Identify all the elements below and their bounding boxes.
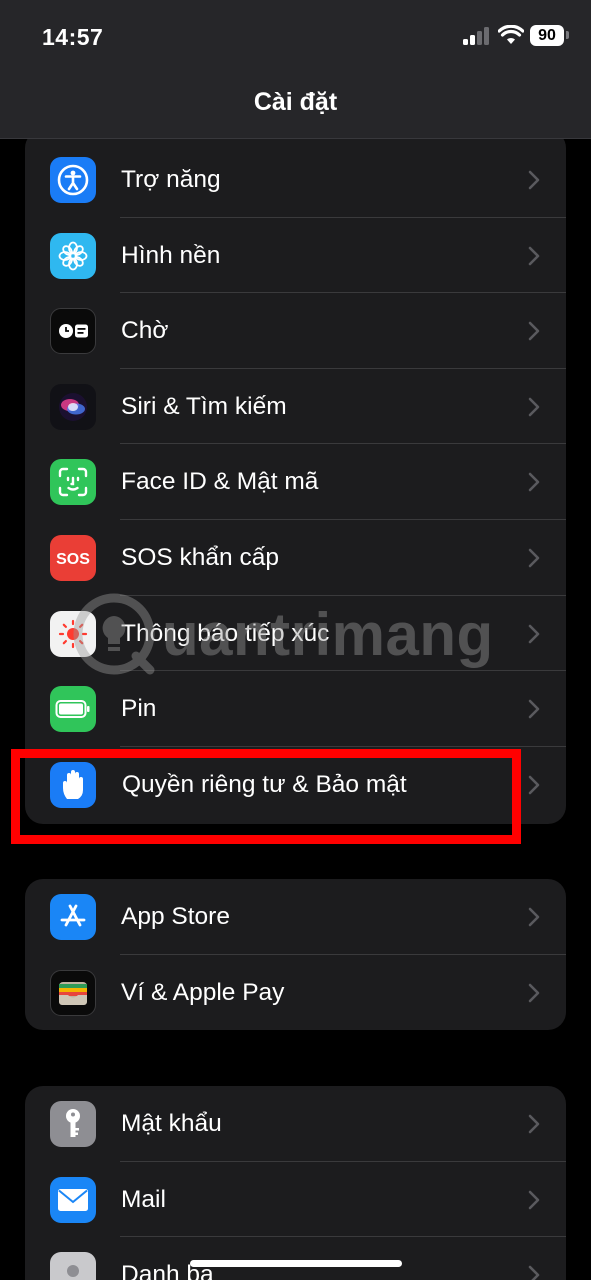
settings-row-app-store[interactable]: App Store [25,879,566,955]
cellular-signal-icon [463,27,491,45]
chevron-right-icon [528,983,540,1002]
contacts-icon [50,1252,96,1280]
settings-group-store: App Store Ví & Apple Pay [25,879,566,1030]
page-title: Cài đặt [253,88,338,116]
chevron-right-icon [528,907,540,927]
settings-row-label: Mật khẩu [121,1110,222,1137]
wallet-icon [50,969,96,1016]
standby-icon [50,308,96,355]
settings-row-label: Quyền riêng tư & Bảo mật [122,770,407,798]
svg-text:SOS: SOS [56,551,90,568]
settings-row-mail[interactable]: Mail [25,1162,566,1238]
settings-row-face-id[interactable]: Face ID & Mật mã [25,444,566,520]
accessibility-icon [50,157,96,203]
settings-row-label: SOS khẩn cấp [121,543,279,571]
settings-row-label: Mail [121,1185,166,1213]
exposure-notification-icon [50,610,96,657]
app-store-icon [50,894,96,940]
chevron-right-icon [528,246,540,265]
settings-row-wallpaper[interactable]: Hình nền [25,218,566,294]
siri-icon [50,383,96,430]
chevron-right-icon [528,170,540,190]
settings-row-label: Hình nền [121,241,221,269]
chevron-right-icon [528,473,540,492]
battery-tip [566,31,569,39]
settings-row-exposure-notifications[interactable]: Thông báo tiếp xúc [25,596,566,672]
settings-row-label: Siri & Tìm kiếm [121,392,287,420]
chevron-right-icon [528,1265,540,1280]
chevron-right-icon [528,699,540,719]
chevron-right-icon [528,624,540,643]
sos-icon: SOS [50,534,96,581]
settings-row-standby[interactable]: Chờ [25,293,566,369]
settings-group-apps: Mật khẩu Mail Danh bạ [25,1086,566,1280]
settings-row-emergency-sos[interactable]: SOS SOS khẩn cấp [25,520,566,596]
wifi-icon [498,25,524,44]
chevron-right-icon [528,548,540,568]
face-id-icon [50,459,96,506]
battery-indicator: 90 [530,25,564,46]
battery-icon [50,686,96,733]
settings-row-privacy-security[interactable]: Quyền riêng tư & Bảo mật [25,747,566,823]
chevron-right-icon [528,321,540,341]
privacy-hand-icon [50,761,96,808]
settings-row-label: App Store [121,903,230,930]
chevron-right-icon [528,397,540,417]
home-indicator[interactable] [190,1260,402,1267]
chevron-right-icon [528,775,540,795]
settings-row-label: Face ID & Mật mã [121,468,319,496]
settings-row-label: Ví & Apple Pay [121,978,285,1006]
chevron-right-icon [528,1190,540,1209]
settings-row-label: Pin [121,695,157,723]
wallpaper-flower-icon [50,232,96,279]
settings-row-label: Thông báo tiếp xúc [121,619,330,647]
settings-row-contacts[interactable]: Danh bạ [25,1237,566,1280]
settings-row-label: Chờ [121,317,169,345]
settings-row-accessibility[interactable]: Trợ năng [25,142,566,218]
settings-row-battery[interactable]: Pin [25,671,566,747]
navigation-header: 14:57 90 Cài đặt [0,0,591,139]
settings-row-wallet[interactable]: Ví & Apple Pay [25,955,566,1030]
settings-row-label: Trợ năng [121,166,221,193]
mail-icon [50,1176,96,1223]
chevron-right-icon [528,1114,540,1134]
settings-row-passwords[interactable]: Mật khẩu [25,1086,566,1162]
settings-row-label: Danh bạ [121,1261,214,1280]
status-time: 14:57 [42,24,104,50]
settings-group-general: Trợ năng Hình nền Chờ Siri & Tìm kiếm Fa… [25,130,566,824]
key-icon [50,1101,96,1147]
settings-row-siri[interactable]: Siri & Tìm kiếm [25,369,566,445]
